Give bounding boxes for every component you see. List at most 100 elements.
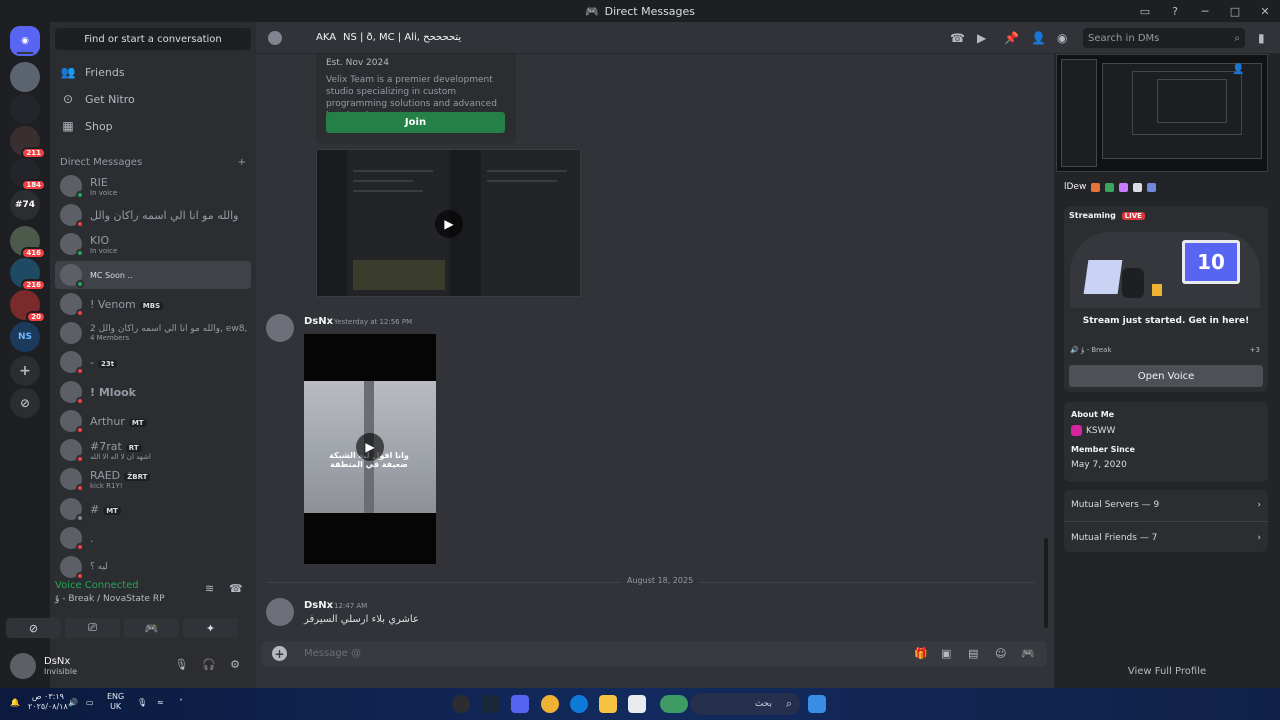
- invite-established: Est. Nov 2024: [326, 58, 389, 68]
- settings-icon[interactable]: ⚙: [230, 658, 240, 671]
- screen-share-icon[interactable]: ⎚: [65, 618, 120, 638]
- play-icon[interactable]: ▶: [435, 210, 463, 238]
- server-icon[interactable]: [10, 94, 40, 124]
- message-avatar[interactable]: [266, 598, 294, 626]
- dm-item[interactable]: والله مو انا الي اسمه راكان والل: [55, 201, 251, 229]
- mutual-servers-row[interactable]: Mutual Servers — 9 ›: [1071, 500, 1261, 510]
- tiktok-video-attachment[interactable]: وانا اقول ليه الشبكة ضعيفة في المنطقة ▶: [304, 334, 436, 564]
- live-badge: LIVE: [1121, 212, 1145, 220]
- chevron-up-icon[interactable]: ˄: [179, 698, 183, 708]
- attach-plus-icon[interactable]: +: [272, 646, 287, 661]
- video-attachment[interactable]: ▶: [316, 149, 581, 297]
- avatar: [60, 293, 84, 317]
- widgets-icon[interactable]: [660, 695, 688, 713]
- server-icon[interactable]: #74: [10, 190, 40, 220]
- user-profile-icon[interactable]: ◉: [1057, 31, 1067, 45]
- sticker-icon[interactable]: ▤: [968, 647, 978, 660]
- server-icon[interactable]: 416: [10, 226, 46, 259]
- dm-item[interactable]: Arthur MT: [55, 407, 251, 435]
- microphone-icon[interactable]: 🎙: [174, 658, 188, 671]
- help-icon[interactable]: ?: [1160, 0, 1190, 22]
- discover-icon[interactable]: ⊘: [10, 388, 40, 418]
- add-friend-icon[interactable]: 👤: [1232, 64, 1244, 75]
- app-icon[interactable]: [541, 695, 559, 713]
- user-avatar[interactable]: [10, 653, 36, 679]
- discord-taskbar-icon[interactable]: [511, 695, 529, 713]
- dm-item[interactable]: ! Venom MBS: [55, 290, 251, 318]
- server-icon[interactable]: 184: [10, 158, 46, 191]
- server-icon[interactable]: NS: [10, 322, 40, 352]
- activity-icon[interactable]: 🎮: [124, 618, 179, 638]
- server-icon[interactable]: 216: [10, 258, 46, 291]
- app-icon[interactable]: [452, 695, 470, 713]
- message-author[interactable]: DsNx: [304, 600, 333, 611]
- noise-suppression-icon[interactable]: ≋: [205, 582, 214, 595]
- dm-item[interactable]: ليه ؟: [55, 553, 251, 581]
- pin-icon[interactable]: 📌: [1004, 31, 1019, 45]
- play-icon[interactable]: ▶: [356, 433, 384, 461]
- soundboard-icon[interactable]: ✦: [183, 618, 238, 638]
- emoji-icon[interactable]: ☺: [995, 647, 1006, 660]
- join-button[interactable]: Join: [326, 112, 505, 133]
- close-button[interactable]: ✕: [1250, 0, 1280, 22]
- maximize-button[interactable]: □: [1220, 0, 1250, 22]
- streaming-label: Streaming: [1069, 211, 1116, 220]
- clock-time: ٠٣:١٩ ص: [31, 692, 64, 701]
- message-composer[interactable]: + Message @ 🎁 ▣ ▤ ☺ 🎮: [262, 641, 1047, 667]
- server-icon[interactable]: 20: [10, 290, 46, 323]
- dm-item[interactable]: # MT: [55, 495, 251, 523]
- add-friends-icon[interactable]: 👤: [1031, 31, 1046, 45]
- file-explorer-icon[interactable]: [599, 695, 617, 713]
- nav-nitro[interactable]: ⊙ Get Nitro: [55, 86, 251, 112]
- mic-tray-icon[interactable]: 🎙: [137, 698, 147, 708]
- dm-item[interactable]: #7rat RT اشهد ان لا اله الا الله: [55, 436, 251, 464]
- speaker-icon: 🔊: [1070, 346, 1079, 354]
- nav-friends[interactable]: 👥 Friends: [55, 59, 251, 85]
- message-input[interactable]: Message @: [304, 648, 361, 659]
- server-icon[interactable]: [10, 62, 40, 92]
- apps-icon[interactable]: 🎮: [1021, 647, 1035, 660]
- dm-item-active[interactable]: MC Soon ..: [55, 261, 251, 289]
- notification-icon[interactable]: 🔔: [10, 698, 20, 708]
- dm-item[interactable]: ! Mlook: [55, 378, 251, 406]
- windows-start-icon[interactable]: [808, 695, 826, 713]
- steam-icon[interactable]: [482, 695, 500, 713]
- task-view-icon[interactable]: [628, 695, 646, 713]
- voice-status[interactable]: Voice Connected: [55, 580, 251, 591]
- search-input[interactable]: Search in DMs ⌕: [1083, 28, 1245, 48]
- add-server-icon[interactable]: +: [10, 356, 40, 386]
- find-conversation-button[interactable]: Find or start a conversation: [55, 28, 251, 50]
- dm-item-group[interactable]: 2 والله مو انا الي اسمه راكان والل, ew8,…: [55, 319, 251, 347]
- dm-item[interactable]: -23t: [55, 348, 251, 376]
- server-icon[interactable]: 211: [10, 126, 46, 159]
- volume-icon[interactable]: 🔊: [68, 698, 78, 708]
- minimize-button[interactable]: ─: [1190, 0, 1220, 22]
- dm-item[interactable]: RIE In voice: [55, 172, 251, 200]
- gift-icon[interactable]: 🎁: [914, 647, 928, 660]
- mutual-friends-row[interactable]: Mutual Friends — 7 ›: [1071, 533, 1261, 543]
- video-icon[interactable]: ▶: [977, 31, 986, 45]
- add-dm-icon[interactable]: +: [238, 157, 246, 168]
- inbox-icon[interactable]: ▮: [1258, 31, 1265, 45]
- disconnect-icon[interactable]: ☎: [229, 582, 243, 595]
- headphones-icon[interactable]: 🎧: [202, 658, 216, 671]
- edge-icon[interactable]: [570, 695, 588, 713]
- call-icon[interactable]: ☎: [950, 31, 965, 45]
- nav-shop[interactable]: ▦ Shop: [55, 113, 251, 139]
- tray-app-icon[interactable]: ≈: [157, 698, 164, 708]
- voice-server: / NovaState RP: [97, 594, 165, 604]
- message-author[interactable]: DsNx: [304, 316, 333, 327]
- dm-item[interactable]: .: [55, 524, 251, 552]
- inbox-icon[interactable]: ▭: [1130, 0, 1160, 22]
- chat-scrollbar[interactable]: [1044, 538, 1048, 628]
- conversation-title[interactable]: NS | ð, MC | Ali, يتححححح: [343, 32, 461, 43]
- taskbar-search[interactable]: بحث ⌕: [690, 693, 800, 715]
- open-voice-button[interactable]: Open Voice: [1069, 365, 1263, 387]
- dm-item[interactable]: KIO In voice: [55, 230, 251, 258]
- message-avatar[interactable]: [266, 314, 294, 342]
- network-icon[interactable]: ▭: [86, 698, 94, 708]
- gif-icon[interactable]: ▣: [941, 647, 951, 660]
- camera-off-icon[interactable]: ⊘: [6, 618, 61, 638]
- view-full-profile-link[interactable]: View Full Profile: [1054, 666, 1280, 677]
- dm-item[interactable]: RAED ŽBRT kick R1Y!: [55, 465, 251, 493]
